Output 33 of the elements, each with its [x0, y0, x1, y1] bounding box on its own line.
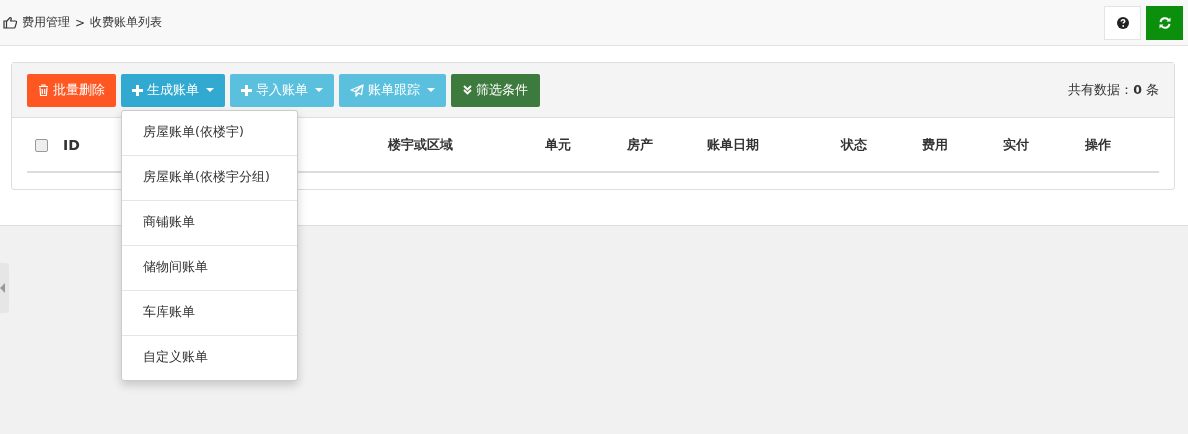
help-button[interactable]	[1104, 5, 1141, 40]
double-chevron-icon	[463, 85, 472, 95]
breadcrumb-separator: >	[75, 15, 86, 30]
menu-item[interactable]: 房屋账单(依楼宇)	[122, 110, 297, 155]
column-header: 楼宇或区域	[388, 136, 453, 152]
menu-item[interactable]: 自定义账单	[122, 334, 297, 380]
column-header: 账单日期	[707, 136, 759, 152]
pointing-hand-icon	[3, 16, 17, 29]
collapse-handle[interactable]	[0, 263, 9, 313]
plus-icon	[241, 84, 252, 96]
menu-item[interactable]: 储物间账单	[122, 244, 297, 290]
paper-plane-icon	[350, 83, 364, 97]
column-header: 状态	[841, 136, 867, 152]
column-header: 操作	[1085, 136, 1111, 152]
menu-item[interactable]: 房屋账单(依楼宇分组)	[122, 154, 297, 200]
breadcrumb-item[interactable]: 收费账单列表	[90, 14, 163, 31]
refresh-button[interactable]	[1146, 5, 1183, 40]
menu-item[interactable]: 商铺账单	[122, 199, 297, 245]
help-icon	[1116, 16, 1129, 29]
triangle-icon	[0, 283, 5, 293]
select-all-checkbox[interactable]	[35, 139, 48, 152]
trash-icon	[38, 84, 49, 96]
record-count: 共有数据：0 条	[1068, 81, 1159, 99]
plus-icon	[132, 84, 143, 96]
column-header: ID	[63, 136, 80, 153]
column-header: 单元	[545, 136, 571, 152]
column-header: 费用	[922, 136, 948, 152]
column-header: 实付	[1003, 136, 1029, 152]
column-header: 房产	[627, 136, 653, 152]
breadcrumb-item[interactable]: 费用管理	[22, 14, 70, 31]
refresh-icon	[1157, 15, 1172, 30]
menu-item[interactable]: 车库账单	[122, 289, 297, 335]
toolbar-button[interactable]: 筛选条件	[451, 73, 540, 107]
